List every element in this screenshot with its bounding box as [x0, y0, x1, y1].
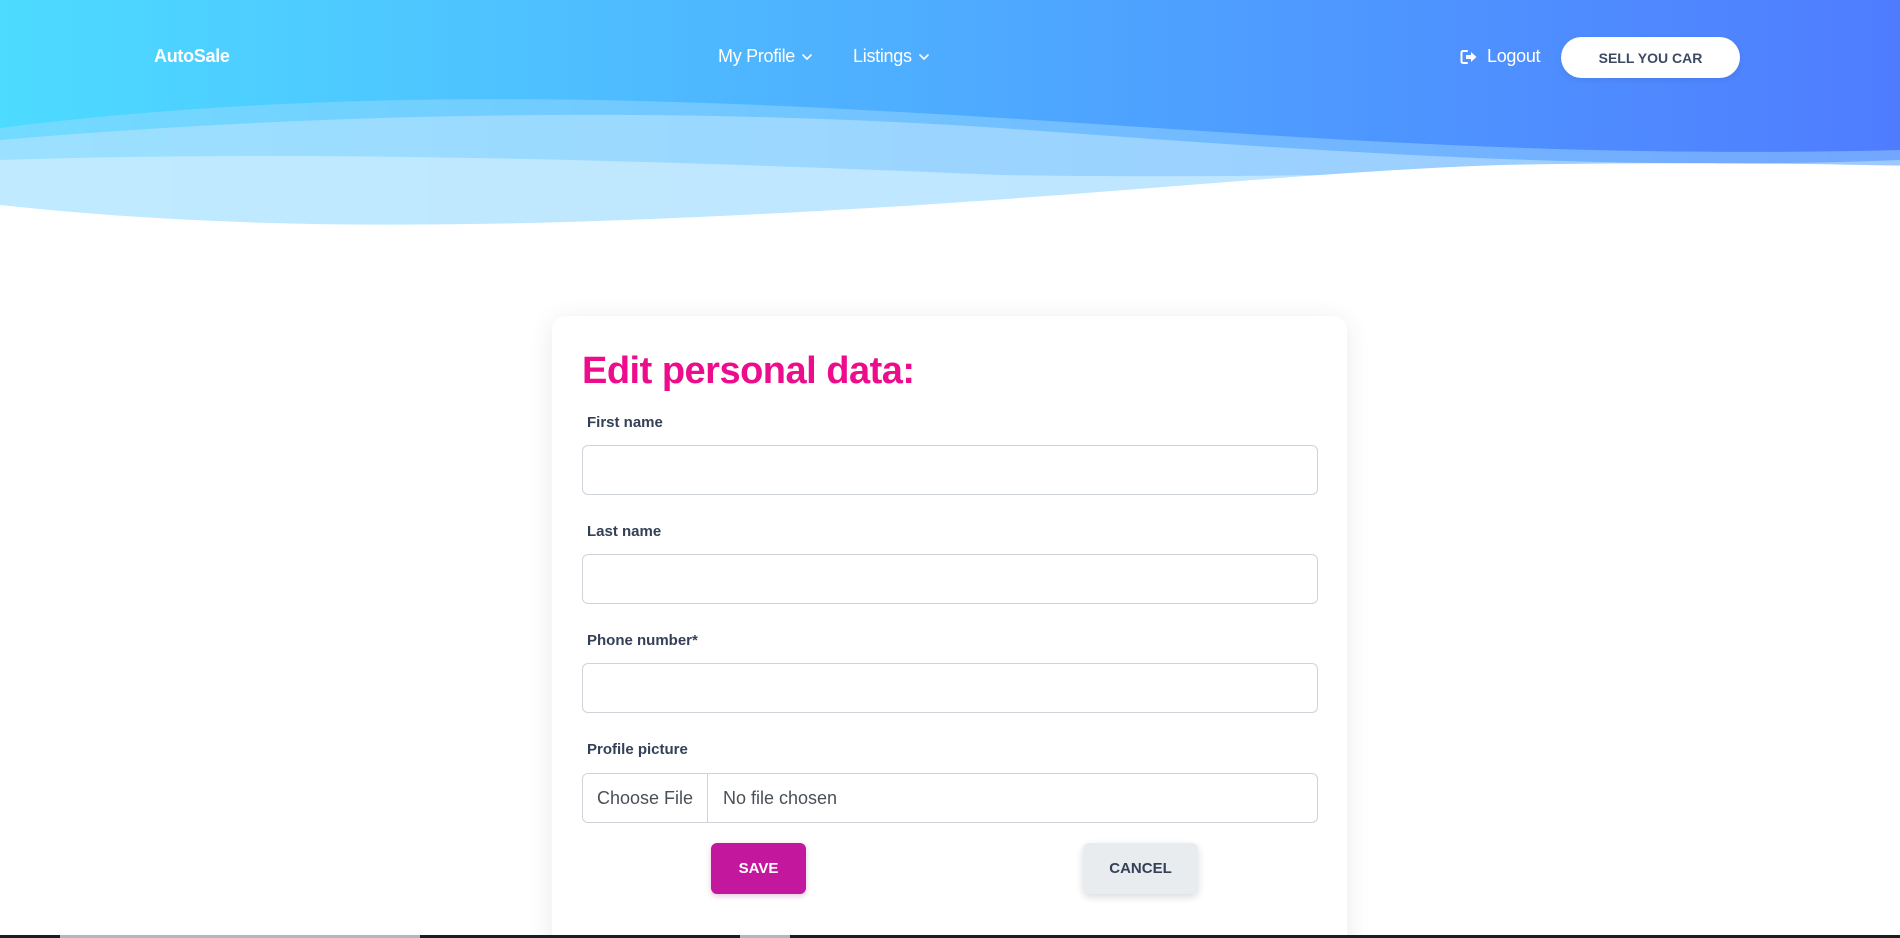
profile-picture-label: Profile picture [587, 741, 688, 758]
edit-profile-card: Edit personal data: First name Last name… [552, 316, 1347, 938]
file-status-text: No file chosen [723, 787, 838, 808]
brand-logo[interactable]: AutoSale [154, 46, 230, 67]
phone-number-label: Phone number* [587, 632, 698, 649]
save-button[interactable]: SAVE [711, 843, 806, 894]
chevron-down-icon [918, 53, 929, 60]
nav-item-my-profile[interactable]: My Profile [718, 46, 813, 67]
logout-label: Logout [1487, 46, 1541, 66]
cancel-button[interactable]: CANCEL [1083, 843, 1198, 894]
sell-your-car-button[interactable]: SELL YOU CAR [1561, 37, 1740, 78]
nav-item-label: My Profile [718, 46, 796, 66]
nav-item-label: Listings [853, 46, 912, 66]
navbar: AutoSale My Profile Listings Logout SELL… [0, 0, 1900, 115]
first-name-field[interactable] [582, 445, 1318, 495]
page: AutoSale My Profile Listings Logout SELL… [0, 0, 1900, 938]
phone-number-field[interactable] [582, 663, 1318, 713]
first-name-label: First name [587, 414, 663, 431]
page-title: Edit personal data: [582, 350, 915, 392]
profile-picture-file-input[interactable]: Choose File No file chosen [582, 773, 1318, 823]
logout-link[interactable]: Logout [1460, 46, 1541, 67]
choose-file-button[interactable]: Choose File [583, 774, 708, 822]
last-name-label: Last name [587, 523, 662, 540]
last-name-field[interactable] [582, 554, 1318, 604]
sign-out-icon [1460, 49, 1477, 64]
nav-item-listings[interactable]: Listings [853, 46, 930, 67]
chevron-down-icon [802, 53, 812, 60]
nav-menu: My Profile Listings [718, 46, 930, 67]
